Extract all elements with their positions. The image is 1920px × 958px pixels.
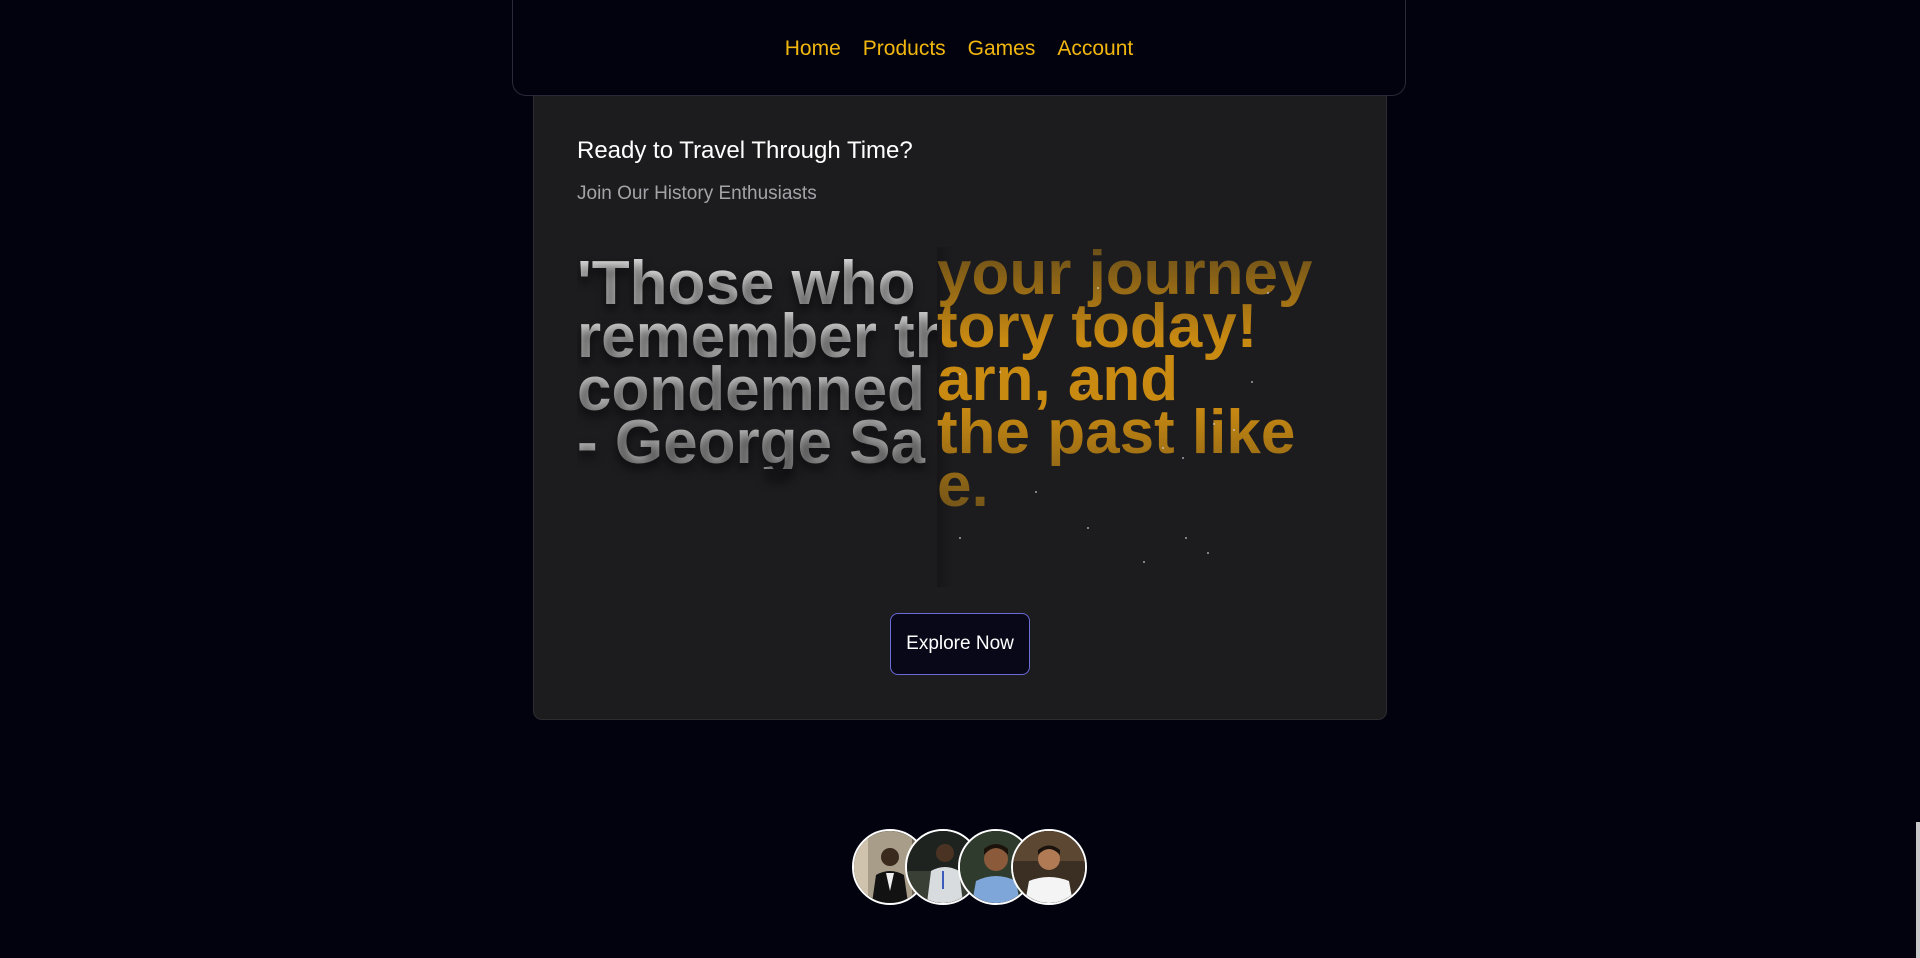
person-icon (1013, 831, 1085, 903)
sparkle (999, 371, 1001, 373)
sparkle (1185, 537, 1187, 539)
team-avatars (852, 829, 1092, 905)
sparkle (1162, 447, 1164, 449)
sparkle (1087, 527, 1089, 529)
cta-line: e. (937, 451, 989, 520)
quote-line: - George Sa (577, 408, 925, 477)
quote-reveal-area: 'Those who remember th condemned - Georg… (577, 247, 1357, 587)
explore-now-button[interactable]: Explore Now (890, 613, 1030, 675)
nav-link-games[interactable]: Games (968, 37, 1036, 61)
quote-panel: 'Those who remember th condemned - Georg… (577, 257, 937, 557)
sparkle (1213, 423, 1215, 425)
card-title: Ready to Travel Through Time? (577, 137, 913, 164)
sparkle (1182, 457, 1184, 459)
sparkle (1143, 561, 1145, 563)
sparkle (1233, 429, 1235, 431)
sparkle (1251, 381, 1253, 383)
cta-line: the past like (937, 398, 1296, 467)
sparkle (959, 537, 961, 539)
nav-link-products[interactable]: Products (863, 37, 946, 61)
cta-reveal-text: your journey tory today! arn, and the pa… (937, 247, 1357, 512)
quote-text: 'Those who remember th condemned - Georg… (577, 257, 937, 474)
sparkle (1097, 287, 1099, 289)
nav-link-account[interactable]: Account (1057, 37, 1133, 61)
card-subtitle: Join Our History Enthusiasts (577, 183, 817, 204)
sparkle (1083, 389, 1085, 391)
sparkle (1207, 552, 1209, 554)
nav-link-home[interactable]: Home (785, 37, 841, 61)
sparkle (959, 373, 961, 375)
sparkle (1267, 292, 1269, 294)
top-navbar: Home Products Games Account (512, 0, 1406, 96)
cta-reveal-panel: your journey tory today! arn, and the pa… (937, 247, 1357, 587)
avatar[interactable] (1011, 829, 1087, 905)
scrollbar-thumb[interactable] (1916, 822, 1920, 958)
cta-card: Ready to Travel Through Time? Join Our H… (533, 80, 1387, 720)
sparkle (1035, 491, 1037, 493)
